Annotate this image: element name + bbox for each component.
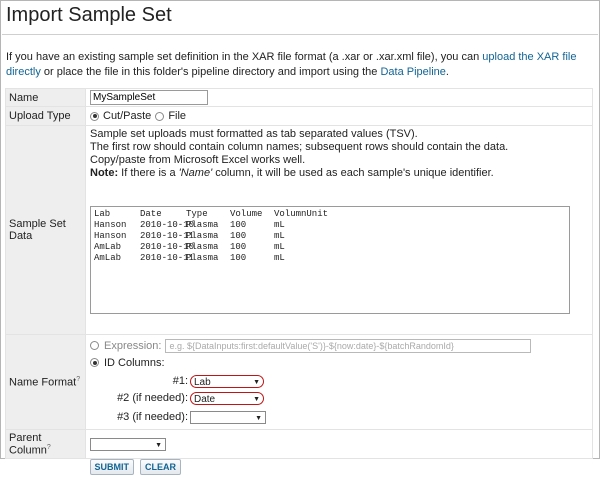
button-row: SUBMIT CLEAR [6, 459, 593, 477]
upload-type-row: Upload Type Cut/Paste File [6, 107, 593, 126]
chevron-down-icon: ▼ [253, 376, 260, 389]
intro-text: If you have an existing sample set defin… [6, 50, 594, 80]
note-after: column, it will be used as each sample's… [212, 167, 494, 179]
id-column-2-select[interactable]: Date ▼ [190, 392, 264, 405]
tsv-data-row: AmLab2010-10-10Plasma100mL [94, 242, 566, 253]
tsv-cell: VolumnUnit [274, 209, 324, 220]
file-radio[interactable] [155, 112, 164, 121]
id1-label: #1: [90, 375, 190, 387]
parent-column-select[interactable]: ▼ [90, 438, 166, 451]
tsv-cell: mL [274, 220, 324, 231]
tsv-cell: AmLab [94, 253, 140, 264]
note-bold: Note: [90, 167, 118, 179]
name-format-row: Name Format? Expression: e.g. ${DataInpu… [6, 335, 593, 430]
expression-input[interactable]: e.g. ${DataInputs:first:defaultValue('S'… [165, 339, 531, 353]
help-line: Sample set uploads must formatted as tab… [90, 128, 588, 141]
tsv-data-row: Hanson2010-10-11Plasma100mL [94, 231, 566, 242]
sample-data-row: Sample Set Data Sample set uploads must … [6, 126, 593, 335]
tsv-cell: Plasma [186, 242, 230, 253]
upload-help: Sample set uploads must formatted as tab… [90, 128, 588, 180]
help-note: Note: If there is a 'Name' column, it wi… [90, 167, 588, 180]
tsv-cell: 2010-10-10 [140, 242, 186, 253]
tsv-cell: mL [274, 242, 324, 253]
tsv-cell: Type [186, 209, 230, 220]
id-column-3-select[interactable]: ▼ [190, 411, 266, 424]
tsv-cell: Volume [230, 209, 274, 220]
id1-value: Lab [194, 377, 211, 388]
tsv-cell: 100 [230, 253, 274, 264]
cut-paste-label: Cut/Paste [103, 110, 151, 122]
id-columns-radio[interactable] [90, 358, 99, 367]
tsv-cell: mL [274, 231, 324, 242]
id-columns-label: ID Columns: [104, 357, 165, 369]
note-italic: 'Name' [179, 167, 213, 179]
parent-column-text: Parent Column [9, 432, 47, 457]
tsv-cell: Hanson [94, 231, 140, 242]
chevron-down-icon: ▼ [155, 439, 162, 452]
chevron-down-icon: ▼ [255, 412, 262, 425]
title-divider [2, 34, 598, 35]
cut-paste-radio[interactable] [90, 112, 99, 121]
clear-button[interactable]: CLEAR [140, 459, 181, 475]
parent-column-label: Parent Column? [6, 430, 86, 459]
intro-middle: or place the file in this folder's pipel… [41, 66, 381, 78]
parent-column-row: Parent Column? ▼ [6, 430, 593, 459]
parent-help-icon[interactable]: ? [47, 444, 51, 451]
name-label: Name [6, 89, 86, 107]
expression-radio[interactable] [90, 341, 99, 350]
help-line: Copy/paste from Microsoft Excel works we… [90, 154, 588, 167]
intro-after: . [446, 66, 449, 78]
tsv-cell: Plasma [186, 231, 230, 242]
name-format-help-icon[interactable]: ? [76, 376, 80, 383]
tsv-cell: mL [274, 253, 324, 264]
tsv-cell: AmLab [94, 242, 140, 253]
tsv-cell: 100 [230, 242, 274, 253]
tsv-cell: 100 [230, 220, 274, 231]
id-column-1-select[interactable]: Lab ▼ [190, 375, 264, 388]
tsv-data-row: Hanson2010-10-10Plasma100mL [94, 220, 566, 231]
tsv-data-row: AmLab2010-10-11Plasma100mL [94, 253, 566, 264]
page-title: Import Sample Set [6, 4, 172, 27]
tsv-cell: 2010-10-11 [140, 231, 186, 242]
tsv-cell: 2010-10-11 [140, 253, 186, 264]
name-row: Name [6, 89, 593, 107]
tsv-cell: 100 [230, 231, 274, 242]
tsv-cell: Plasma [186, 253, 230, 264]
id2-value: Date [194, 394, 215, 405]
tsv-header-row: LabDateTypeVolumeVolumnUnit [94, 209, 566, 220]
help-line: The first row should contain column name… [90, 141, 588, 154]
name-format-label: Name Format? [6, 335, 86, 430]
submit-button[interactable]: SUBMIT [90, 459, 135, 475]
sample-data-textarea[interactable]: LabDateTypeVolumeVolumnUnitHanson2010-10… [90, 206, 570, 314]
expression-label: Expression: [104, 340, 161, 352]
data-pipeline-link[interactable]: Data Pipeline [380, 66, 445, 78]
tsv-cell: Plasma [186, 220, 230, 231]
sample-data-label: Sample Set Data [6, 126, 86, 335]
id2-label: #2 (if needed): [90, 392, 190, 404]
chevron-down-icon: ▼ [253, 393, 260, 406]
tsv-cell: Date [140, 209, 186, 220]
import-form: Name Upload Type Cut/Paste File Sample S… [5, 88, 593, 477]
upload-type-label: Upload Type [6, 107, 86, 126]
name-input[interactable] [90, 90, 208, 105]
tsv-cell: 2010-10-10 [140, 220, 186, 231]
tsv-cell: Lab [94, 209, 140, 220]
name-format-text: Name Format [9, 376, 76, 388]
intro-before: If you have an existing sample set defin… [6, 51, 482, 63]
tsv-cell: Hanson [94, 220, 140, 231]
note-before: If there is a [118, 167, 179, 179]
id3-label: #3 (if needed): [90, 411, 190, 423]
file-label: File [168, 110, 186, 122]
